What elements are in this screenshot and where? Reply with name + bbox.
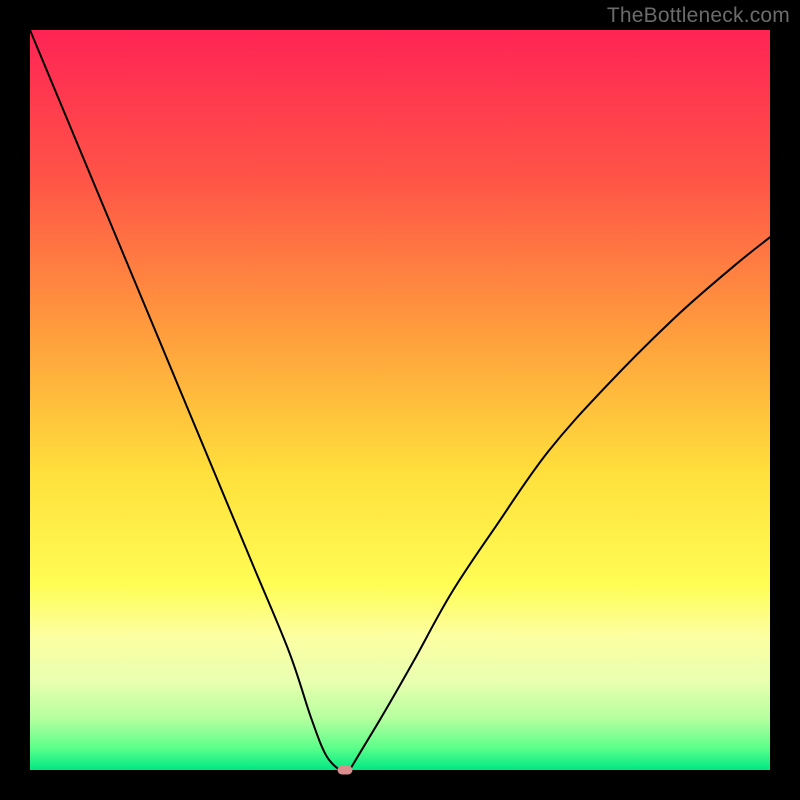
right-curve xyxy=(350,237,770,770)
plot-area xyxy=(30,30,770,770)
bottleneck-marker xyxy=(337,766,352,775)
curve-layer xyxy=(30,30,770,770)
watermark-text: TheBottleneck.com xyxy=(607,4,790,28)
chart-frame: TheBottleneck.com xyxy=(0,0,800,800)
left-curve xyxy=(30,30,339,770)
